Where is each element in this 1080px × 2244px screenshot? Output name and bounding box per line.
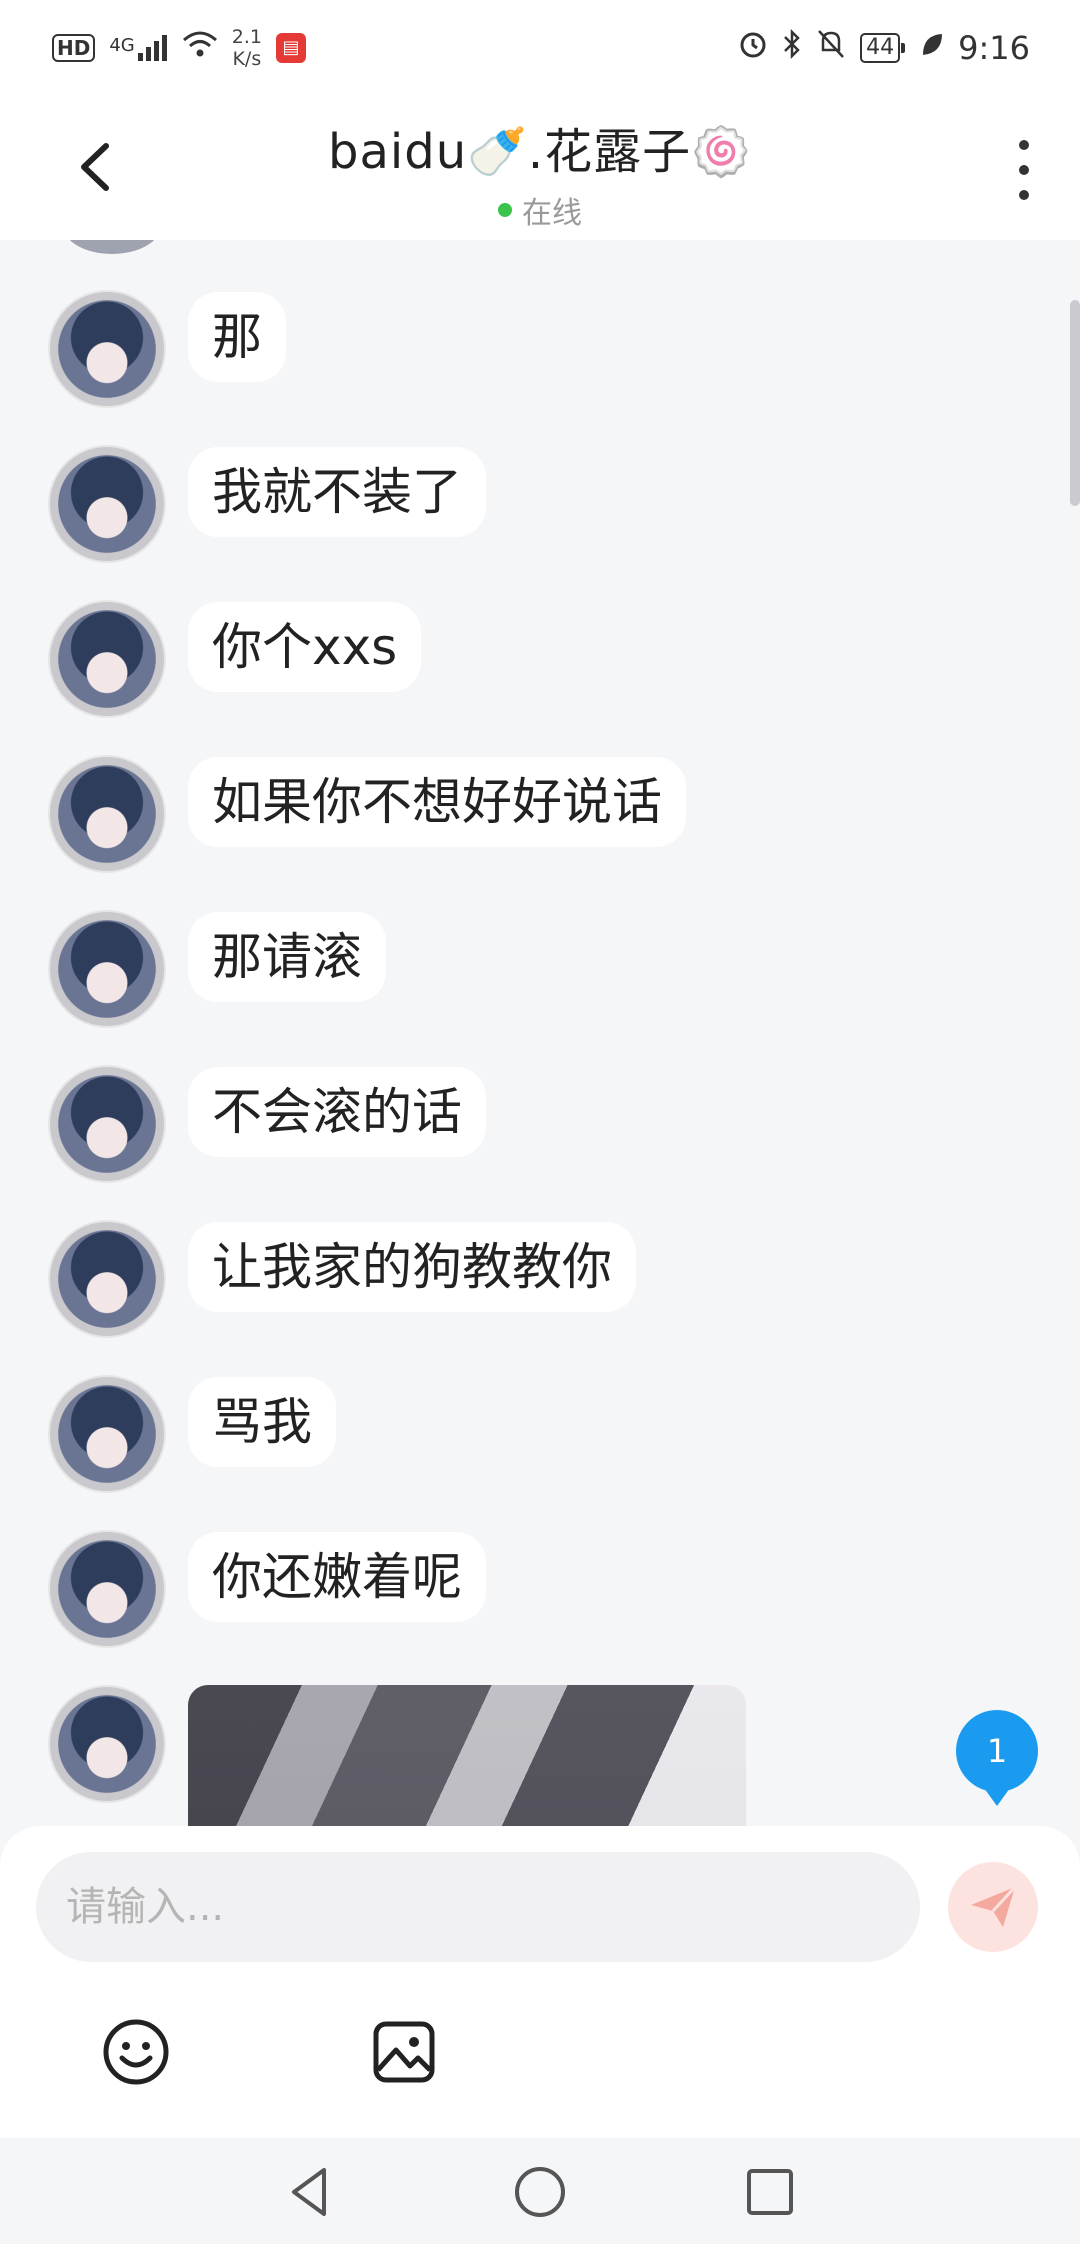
avatar[interactable]	[48, 1375, 166, 1493]
avatar[interactable]	[48, 290, 166, 408]
bluetooth-icon	[782, 28, 802, 68]
clock: 9:16	[958, 29, 1030, 67]
message-list[interactable]: 那 我就不装了 你个xxs 如果你不想好好说话 那请滚 不会滚的话 让我家的狗教…	[0, 240, 1080, 1828]
message-bubble[interactable]: 你还嫩着呢	[188, 1532, 486, 1622]
message-row: 如果你不想好好说话	[48, 755, 686, 873]
message-bubble[interactable]: 那	[188, 292, 286, 382]
message-row: 我就不装了	[48, 445, 486, 563]
speed-value: 2.1	[231, 26, 262, 48]
new-message-badge[interactable]: 1	[956, 1710, 1038, 1806]
contact-name: baidu🍼.花露子🍥	[328, 124, 752, 180]
image-message[interactable]	[188, 1685, 746, 1828]
square-recents-icon	[747, 2169, 793, 2215]
chat-header: baidu🍼.花露子🍥 在线	[0, 96, 1080, 240]
message-row: 那	[48, 290, 286, 408]
message-row	[48, 1685, 746, 1828]
smiley-icon	[103, 2019, 169, 2085]
network-type: 4G	[109, 35, 135, 56]
image-icon	[373, 2021, 435, 2083]
app-notification-icon: ▤	[275, 33, 306, 63]
avatar[interactable]	[48, 755, 166, 873]
message-row: 让我家的狗教教你	[48, 1220, 636, 1338]
message-row: 不会滚的话	[48, 1065, 486, 1183]
hd-indicator: HD	[52, 34, 96, 62]
avatar[interactable]	[62, 240, 162, 254]
online-status: 在线	[0, 188, 1080, 232]
avatar[interactable]	[48, 445, 166, 563]
avatar[interactable]	[48, 910, 166, 1028]
online-dot-icon	[498, 203, 512, 217]
nav-back-button[interactable]	[280, 2162, 340, 2222]
battery-indicator: 44	[860, 33, 906, 63]
signal-icon: 4G	[109, 35, 167, 61]
message-row: 骂我	[48, 1375, 336, 1493]
system-navigation-bar	[0, 2138, 1080, 2244]
more-options-button[interactable]	[1004, 140, 1044, 200]
message-bubble[interactable]: 让我家的狗教教你	[188, 1222, 636, 1312]
alarm-icon	[738, 29, 768, 67]
mute-bell-icon	[816, 28, 846, 68]
avatar[interactable]	[48, 1530, 166, 1648]
message-row: 你还嫩着呢	[48, 1530, 486, 1648]
avatar[interactable]	[48, 1220, 166, 1338]
message-bubble[interactable]: 那请滚	[188, 912, 386, 1002]
message-bubble[interactable]: 不会滚的话	[188, 1067, 486, 1157]
avatar[interactable]	[48, 600, 166, 718]
wifi-icon	[182, 30, 218, 66]
message-input[interactable]	[36, 1852, 920, 1962]
more-dot-icon	[1019, 190, 1029, 200]
send-button[interactable]	[948, 1862, 1038, 1952]
triangle-back-icon	[292, 2168, 326, 2216]
message-row: 你个xxs	[48, 600, 422, 718]
image-picker-button[interactable]	[364, 2012, 444, 2092]
more-dot-icon	[1019, 140, 1029, 150]
speed-unit: K/s	[232, 48, 262, 70]
send-icon	[971, 1885, 1017, 1927]
emoji-button[interactable]	[96, 2012, 176, 2092]
more-dot-icon	[1019, 165, 1029, 175]
online-status-label: 在线	[522, 196, 582, 231]
network-speed: 2.1 K/s	[232, 26, 262, 70]
nav-recents-button[interactable]	[740, 2162, 800, 2222]
message-bubble[interactable]: 如果你不想好好说话	[188, 757, 686, 847]
message-bubble[interactable]: 骂我	[188, 1377, 336, 1467]
message-bubble[interactable]: 我就不装了	[188, 447, 486, 537]
scrollbar[interactable]	[1070, 300, 1080, 506]
leaf-icon	[920, 31, 944, 66]
image-thumbnail	[188, 1685, 746, 1828]
status-bar: HD 4G 2.1 K/s ▤ 44 9:16	[0, 0, 1080, 96]
circle-home-icon	[515, 2167, 565, 2217]
composer	[0, 1826, 1080, 2138]
avatar[interactable]	[48, 1685, 166, 1803]
avatar[interactable]	[48, 1065, 166, 1183]
nav-home-button[interactable]	[510, 2162, 570, 2222]
message-row: 那请滚	[48, 910, 386, 1028]
message-bubble[interactable]: 你个xxs	[188, 602, 422, 692]
